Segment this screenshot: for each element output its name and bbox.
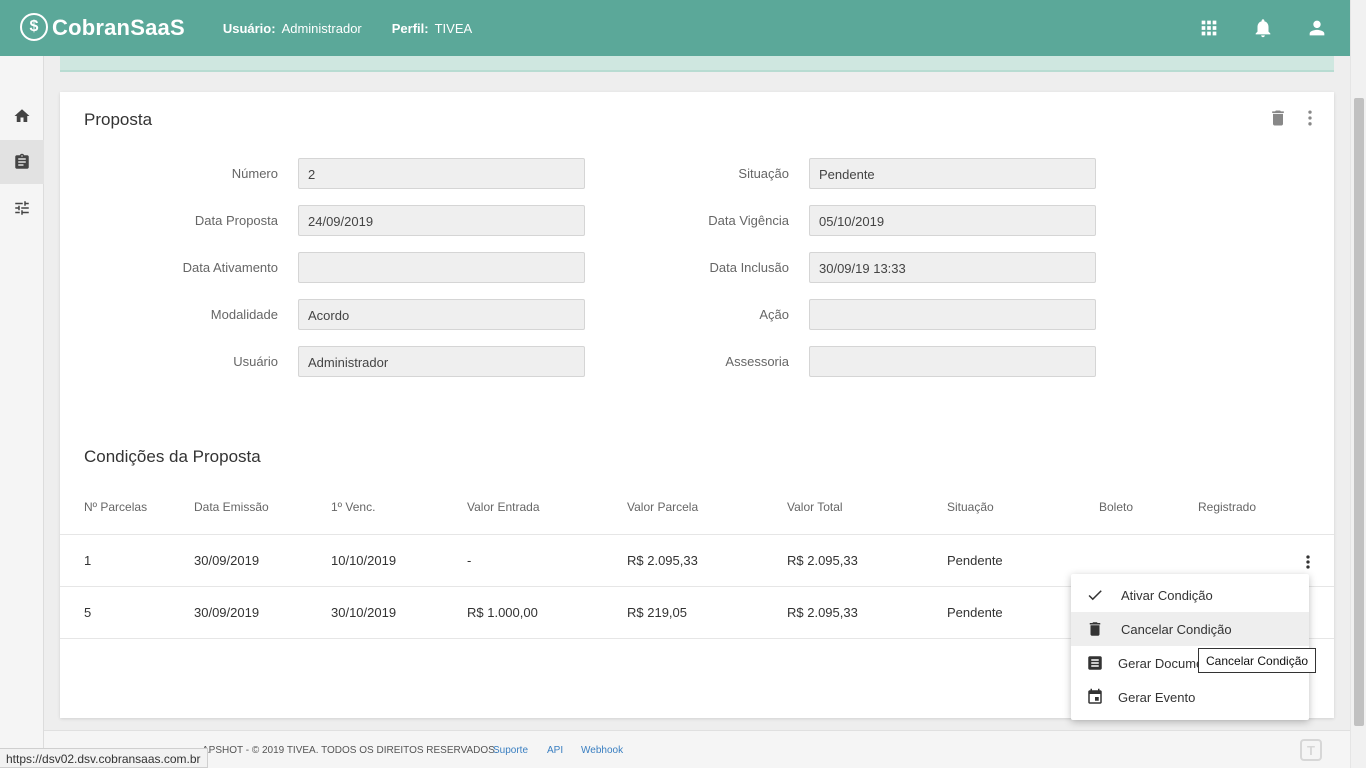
sidebar xyxy=(0,56,44,768)
user-label: Usuário: xyxy=(222,20,276,36)
profile-value: TIVEA xyxy=(434,20,473,36)
cell-parcelas: 1 xyxy=(84,553,92,568)
apps-grid-icon[interactable] xyxy=(1198,17,1220,39)
footer-copyright: APSHOT - © 2019 TIVEA. TODOS OS DIREITOS… xyxy=(202,745,498,756)
field-label-data-ativamento: Data Ativamento xyxy=(182,260,278,275)
field-label-numero: Número xyxy=(231,166,278,181)
cell-primeiro-venc: 30/10/2019 xyxy=(331,605,397,620)
cell-primeiro-venc: 10/10/2019 xyxy=(331,553,397,568)
menu-item-label: Ativar Condição xyxy=(1121,587,1213,603)
column-header[interactable]: Registrado xyxy=(1198,500,1256,514)
current-profile: Perfil: TIVEA xyxy=(392,21,472,36)
row-more-vert-icon[interactable] xyxy=(1298,552,1318,572)
account-icon[interactable] xyxy=(1306,17,1328,39)
menu-item-cancelar-condicao[interactable]: Cancelar Condição xyxy=(1071,612,1309,646)
alert-strip xyxy=(60,56,1334,72)
field-usuario[interactable]: Administrador xyxy=(298,346,585,377)
menu-item-label: Cancelar Condição xyxy=(1121,621,1232,637)
brand-logo[interactable]: $ CobranSaaS xyxy=(20,13,185,42)
column-header[interactable]: Boleto xyxy=(1099,500,1133,514)
menu-item-label: Gerar Evento xyxy=(1118,689,1196,705)
home-icon xyxy=(14,109,30,122)
user-value: Administrador xyxy=(281,20,362,36)
column-header[interactable]: Situação xyxy=(947,500,994,514)
logo-text: CobranSaaS xyxy=(52,15,185,40)
field-data-inclusao[interactable]: 30/09/19 13:33 xyxy=(809,252,1096,283)
column-header[interactable]: Valor Entrada xyxy=(467,500,540,514)
column-header[interactable]: Valor Total xyxy=(787,500,843,514)
field-label-modalidade: Modalidade xyxy=(210,307,278,322)
column-header[interactable]: 1º Venc. xyxy=(331,500,375,514)
menu-item-label: Gerar Docume xyxy=(1118,655,1204,671)
cell-valor-total: R$ 2.095,33 xyxy=(787,605,858,620)
field-data-ativamento[interactable] xyxy=(298,252,585,283)
sidebar-item-home[interactable] xyxy=(0,94,44,138)
document-icon xyxy=(1088,656,1102,670)
tooltip: Cancelar Condição xyxy=(1198,648,1317,673)
cell-situacao: Pendente xyxy=(947,605,1003,620)
section-title-conditions: Condições da Proposta xyxy=(84,447,261,466)
field-assessoria[interactable] xyxy=(809,346,1096,377)
field-label-data-proposta: Data Proposta xyxy=(194,213,278,228)
field-data-vigencia[interactable]: 05/10/2019 xyxy=(809,205,1096,236)
field-numero[interactable]: 2 xyxy=(298,158,585,189)
clipboard-icon xyxy=(15,153,29,169)
more-vert-icon[interactable] xyxy=(1300,108,1320,128)
trash-icon[interactable] xyxy=(1268,108,1288,128)
sidebar-item-proposals[interactable] xyxy=(0,140,44,184)
cell-valor-parcela: R$ 219,05 xyxy=(627,605,687,620)
header-actions xyxy=(1198,0,1328,56)
field-acao[interactable] xyxy=(809,299,1096,330)
field-modalidade[interactable]: Acordo xyxy=(298,299,585,330)
footer-link-webhook[interactable]: Webhook xyxy=(581,745,623,756)
cell-data-emissao: 30/09/2019 xyxy=(194,553,260,568)
row-actions-menu: Ativar Condição Cancelar Condição Gerar … xyxy=(1071,574,1309,720)
column-header[interactable]: Valor Parcela xyxy=(627,500,698,514)
sidebar-item-settings[interactable] xyxy=(0,186,44,230)
scrollbar-thumb[interactable] xyxy=(1354,98,1364,726)
column-header[interactable]: Data Emissão xyxy=(194,500,269,514)
cell-valor-entrada: - xyxy=(467,553,472,568)
cell-parcelas: 5 xyxy=(84,605,92,620)
field-label-data-inclusao: Data Inclusão xyxy=(709,260,790,275)
cell-valor-parcela: R$ 2.095,33 xyxy=(627,553,698,568)
bell-icon[interactable] xyxy=(1252,17,1274,39)
menu-item-gerar-evento[interactable]: Gerar Evento xyxy=(1071,680,1309,714)
trash-icon xyxy=(1089,622,1101,636)
footer: APSHOT - © 2019 TIVEA. TODOS OS DIREITOS… xyxy=(44,730,1350,768)
divider xyxy=(60,534,1334,535)
cell-valor-total: R$ 2.095,33 xyxy=(787,553,858,568)
column-header[interactable]: Nº Parcelas xyxy=(84,500,147,514)
status-bar-url: https://dsv02.dsv.cobransaas.com.br xyxy=(0,748,208,768)
profile-label: Perfil: xyxy=(391,20,429,36)
calendar-event-icon xyxy=(1088,688,1102,704)
current-user: Usuário: Administrador xyxy=(223,21,362,36)
footer-link-suporte[interactable]: Suporte xyxy=(493,745,528,756)
cell-situacao: Pendente xyxy=(947,553,1003,568)
top-app-bar: $ CobranSaaS Usuário: Administrador Perf… xyxy=(0,0,1350,56)
field-label-usuario: Usuário xyxy=(233,354,278,369)
logo-coin-icon: $ xyxy=(20,13,48,41)
card-actions xyxy=(1268,108,1320,128)
field-label-assessoria: Assessoria xyxy=(725,354,789,369)
menu-item-ativar-condicao[interactable]: Ativar Condição xyxy=(1071,578,1309,612)
footer-logo-icon: T xyxy=(1300,739,1322,761)
footer-link-api[interactable]: API xyxy=(547,745,563,756)
field-label-acao: Ação xyxy=(759,307,789,322)
check-icon xyxy=(1088,590,1102,601)
field-label-situacao: Situação xyxy=(738,166,789,181)
cell-data-emissao: 30/09/2019 xyxy=(194,605,260,620)
field-data-proposta[interactable]: 24/09/2019 xyxy=(298,205,585,236)
field-situacao[interactable]: Pendente xyxy=(809,158,1096,189)
page-title: Proposta xyxy=(84,110,153,129)
sliders-icon xyxy=(15,201,29,215)
field-label-data-vigencia: Data Vigência xyxy=(708,213,789,228)
page-scrollbar[interactable] xyxy=(1350,0,1366,768)
cell-valor-entrada: R$ 1.000,00 xyxy=(467,605,538,620)
